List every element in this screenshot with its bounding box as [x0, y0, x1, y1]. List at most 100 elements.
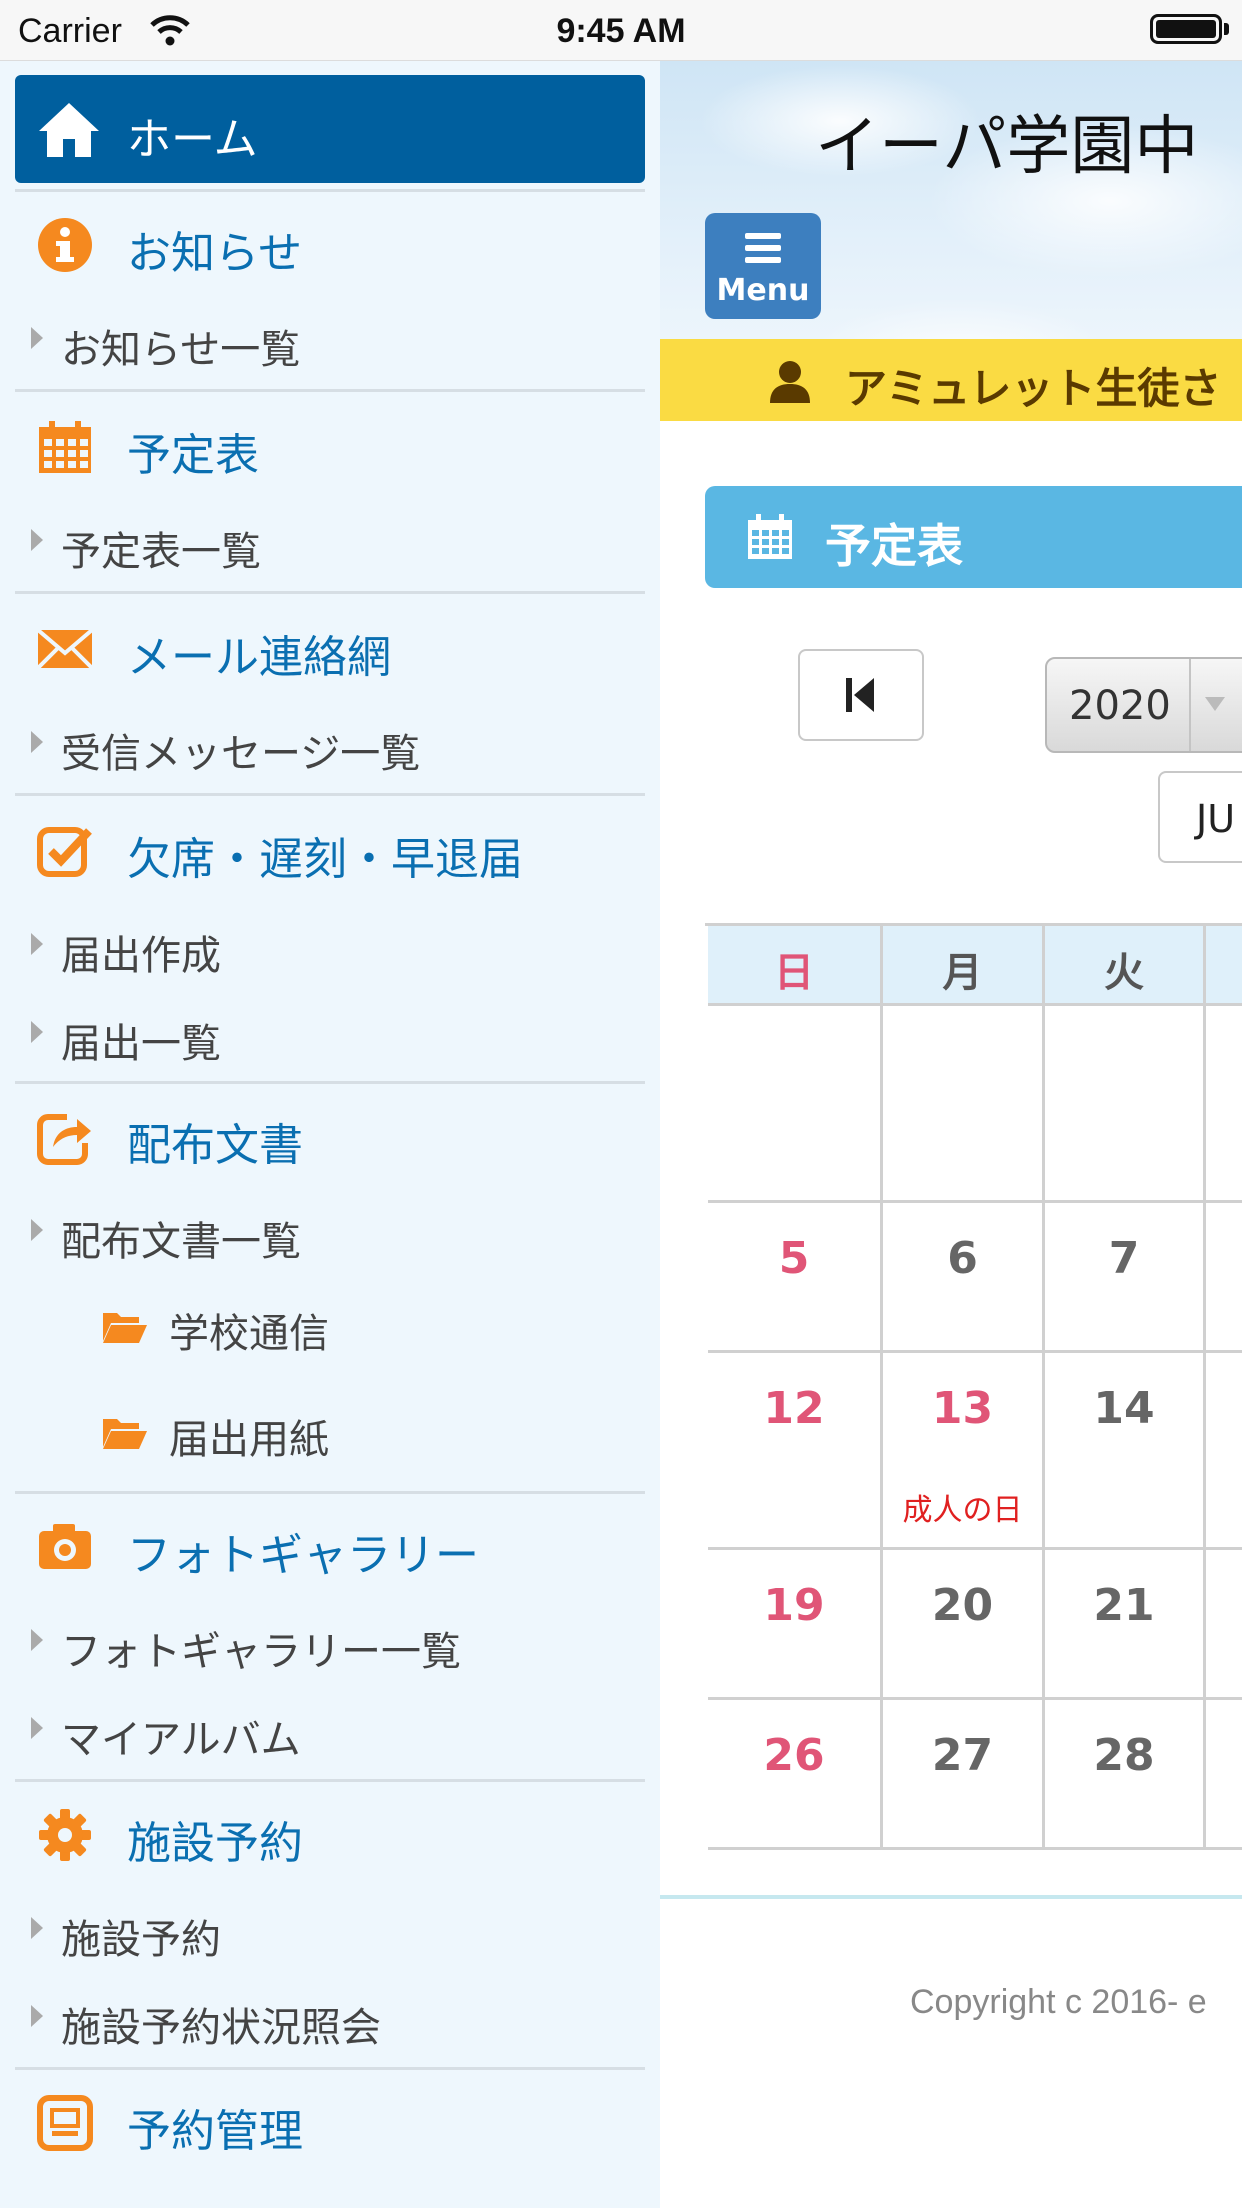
sidebar-section-label: 施設予約 [127, 1818, 303, 1869]
calendar-day-cell[interactable]: 5 [708, 1203, 883, 1353]
calendar-weekday-row: 日 月 火 [708, 926, 1242, 1006]
calendar-day-cell[interactable]: 21 [1045, 1550, 1206, 1700]
home-icon [39, 103, 99, 157]
calendar-day-cell[interactable]: 28 [1045, 1700, 1206, 1850]
sidebar-section-photo[interactable]: フォトギャラリー [15, 1501, 645, 1591]
sidebar-item-info-list[interactable]: お知らせ一覧 [15, 305, 645, 375]
weekday-label: 日 [774, 950, 814, 996]
month-select[interactable]: JU [1158, 771, 1242, 863]
calendar-day-cell[interactable] [1206, 1550, 1242, 1700]
calendar-day-cell[interactable]: 7 [1045, 1203, 1206, 1353]
calendar-day-cell[interactable] [1045, 1006, 1206, 1203]
sidebar-item-label: マイアルバム [61, 1717, 301, 1763]
day-number: 20 [931, 1580, 994, 1631]
sidebar-section-documents[interactable]: 配布文書 [15, 1091, 645, 1181]
sidebar-item-label: お知らせ一覧 [61, 327, 301, 373]
sidebar-section-label: お知らせ [127, 228, 303, 279]
sidebar-item-schedule-list[interactable]: 予定表一覧 [15, 507, 645, 577]
folder-open-icon [103, 1419, 147, 1449]
sidebar-item-create-notice[interactable]: 届出作成 [15, 911, 645, 981]
calendar-day-cell[interactable]: 20 [883, 1550, 1045, 1700]
clock: 9:45 AM [556, 12, 686, 50]
info-icon [38, 218, 92, 272]
day-number: 7 [1108, 1233, 1140, 1284]
calendar-day-cell[interactable] [1206, 1006, 1242, 1203]
sidebar-section-schedule[interactable]: 予定表 [15, 401, 645, 491]
calendar-day-cell[interactable] [883, 1006, 1045, 1203]
divider [15, 1779, 645, 1782]
day-number: 28 [1093, 1730, 1155, 1781]
triangle-right-icon [31, 1629, 43, 1651]
calendar-week-row: 26 27 28 [708, 1700, 1242, 1850]
sidebar-section-info[interactable]: お知らせ [15, 199, 645, 289]
sidebar-folder-school-news[interactable]: 学校通信 [15, 1283, 645, 1363]
weekday-label: 火 [1104, 950, 1144, 996]
triangle-right-icon [31, 1917, 43, 1939]
calendar-day-cell[interactable] [1206, 1353, 1242, 1550]
select-separator [1189, 659, 1191, 751]
triangle-right-icon [31, 933, 43, 955]
calendar-day-cell[interactable] [1206, 1203, 1242, 1353]
sidebar-item-label: 施設予約状況照会 [61, 2005, 381, 2051]
day-number: 27 [931, 1730, 994, 1781]
sidebar-section-facility[interactable]: 施設予約 [15, 1789, 645, 1879]
calendar-icon [39, 421, 91, 473]
triangle-right-icon [31, 529, 43, 551]
calendar-day-cell[interactable] [1206, 1700, 1242, 1850]
menu-button-label: Menu [716, 273, 810, 308]
calendar-day-cell[interactable]: 27 [883, 1700, 1045, 1850]
day-number: 14 [1093, 1383, 1155, 1434]
year-select[interactable]: 2020 [1045, 657, 1242, 753]
calendar-icon [748, 514, 792, 559]
weekday-header: 月 [883, 926, 1045, 1006]
sidebar-section-reservation-admin[interactable]: 予約管理 [15, 2077, 645, 2167]
folder-open-icon [103, 1313, 147, 1343]
status-bar: Carrier 9:45 AM [0, 0, 1242, 61]
triangle-right-icon [31, 1219, 43, 1241]
sidebar-item-home[interactable]: ホーム [15, 75, 645, 183]
calendar-day-cell[interactable]: 14 [1045, 1353, 1206, 1550]
sidebar-section-absence[interactable]: 欠席・遅刻・早退届 [15, 805, 645, 895]
calendar-day-cell[interactable] [708, 1006, 883, 1203]
calendar-grid: 日 月 火 5 6 7 12 13 成人の日 14 19 20 21 26 27… [705, 923, 1242, 1850]
sidebar-item-document-list[interactable]: 配布文書一覧 [15, 1197, 645, 1267]
day-number: 12 [763, 1383, 825, 1434]
chevron-down-icon [1205, 697, 1225, 711]
sidebar-item-facility-reserve[interactable]: 施設予約 [15, 1895, 645, 1965]
weekday-label: 月 [942, 950, 983, 996]
sidebar-item-photo-list[interactable]: フォトギャラリー一覧 [15, 1607, 645, 1677]
checkbox-icon [37, 827, 92, 877]
schedule-title: 予定表 [825, 519, 963, 573]
sidebar-folder-forms[interactable]: 届出用紙 [15, 1389, 645, 1469]
battery-icon [1150, 14, 1222, 44]
triangle-right-icon [31, 1717, 43, 1739]
calendar-day-cell[interactable]: 26 [708, 1700, 883, 1850]
calendar-week-row: 5 6 7 [708, 1203, 1242, 1353]
menu-button[interactable]: Menu [705, 213, 821, 319]
previous-month-button[interactable] [798, 649, 924, 741]
holiday-label: 成人の日 [902, 1493, 1023, 1528]
divider [15, 1081, 645, 1084]
day-number: 19 [763, 1580, 825, 1631]
sidebar-section-label: 欠席・遅刻・早退届 [127, 834, 523, 885]
calendar-day-cell[interactable]: 12 [708, 1353, 883, 1550]
calendar-day-cell-holiday[interactable]: 13 成人の日 [883, 1353, 1045, 1550]
sidebar-item-notice-list[interactable]: 届出一覧 [15, 999, 645, 1069]
sidebar-item-my-album[interactable]: マイアルバム [15, 1695, 645, 1765]
sidebar-item-label: 届出作成 [61, 933, 221, 979]
sidebar-item-received-messages[interactable]: 受信メッセージ一覧 [15, 709, 645, 779]
calendar-day-cell[interactable]: 6 [883, 1203, 1045, 1353]
day-number: 13 [931, 1383, 994, 1434]
sidebar-item-label: 受信メッセージ一覧 [61, 731, 421, 777]
schedule-header: 予定表 [705, 486, 1242, 588]
calendar-day-cell[interactable]: 19 [708, 1550, 883, 1700]
day-number: 21 [1093, 1580, 1155, 1631]
sidebar-item-facility-status[interactable]: 施設予約状況照会 [15, 1983, 645, 2053]
divider [15, 591, 645, 594]
sidebar-section-mail[interactable]: メール連絡網 [15, 603, 645, 693]
divider [15, 793, 645, 796]
sidebar-section-label: メール連絡網 [127, 632, 391, 683]
sidebar-folder-label: 届出用紙 [169, 1417, 329, 1463]
battery-tip [1224, 23, 1229, 35]
weekday-header: 日 [708, 926, 883, 1006]
